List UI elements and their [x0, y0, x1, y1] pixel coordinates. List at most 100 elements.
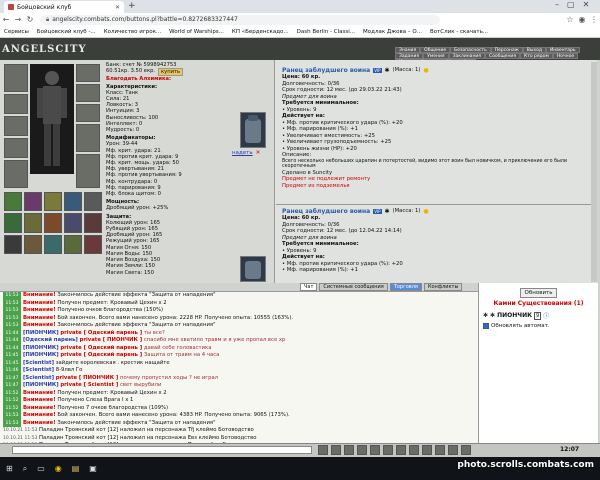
- chat-private-target[interactable]: private [ Одеский парень ]: [60, 345, 142, 351]
- close-tab-icon[interactable]: ✕: [115, 4, 120, 11]
- toolbar-button[interactable]: [422, 445, 432, 455]
- chat-timestamp[interactable]: 11:47: [3, 382, 21, 390]
- rune-slot[interactable]: [64, 192, 82, 212]
- nav-item[interactable]: Сообщения: [485, 53, 521, 59]
- reload-icon[interactable]: ↻: [24, 14, 36, 26]
- chat-input[interactable]: [12, 446, 312, 454]
- chat-timestamp[interactable]: 11:53: [3, 314, 21, 322]
- gloves-slot[interactable]: [76, 84, 100, 102]
- bookmark-item[interactable]: Количество игрок...: [104, 29, 161, 35]
- chat-nick[interactable]: [Scientist]: [23, 375, 54, 381]
- toolbar-button[interactable]: [461, 445, 471, 455]
- rune-slot[interactable]: [24, 213, 42, 233]
- chat-timestamp[interactable]: 11:53: [3, 299, 21, 307]
- chat-private-target[interactable]: private [ Scientist ]: [60, 382, 118, 388]
- chat-nick[interactable]: [Scientist]: [23, 360, 54, 366]
- minimize-icon[interactable]: –: [555, 0, 559, 9]
- inventory-scrollbar[interactable]: [591, 62, 597, 282]
- maximize-icon[interactable]: ▢: [567, 0, 575, 9]
- app-icon[interactable]: ▣: [89, 464, 97, 473]
- rune-slot[interactable]: [24, 234, 42, 254]
- chat-timestamp[interactable]: 11:52: [3, 404, 21, 412]
- toolbar-button[interactable]: [409, 445, 419, 455]
- chat-nick[interactable]: [Scientist]: [23, 367, 54, 373]
- rune-slot[interactable]: [84, 213, 102, 233]
- rune-slot[interactable]: [44, 234, 62, 254]
- forward-icon[interactable]: →: [12, 14, 24, 26]
- chat-private-target[interactable]: private [ Одеский парень ]: [60, 352, 142, 358]
- chat-timestamp[interactable]: 10.10.21 11:53: [3, 427, 37, 435]
- chat-timestamp[interactable]: 11:44: [3, 344, 21, 352]
- bookmark-item[interactable]: World of Warships...: [169, 29, 224, 35]
- bracers-slot[interactable]: [76, 104, 100, 122]
- nav-item[interactable]: Кто рядом: [520, 53, 553, 59]
- shield-slot[interactable]: [76, 124, 100, 152]
- chrome-icon[interactable]: ◉: [55, 464, 62, 473]
- toolbar-button[interactable]: [331, 445, 341, 455]
- chat-timestamp[interactable]: 11:53: [3, 292, 21, 300]
- browser-tab[interactable]: Бойцовский клуб ✕: [4, 1, 124, 13]
- chat-nick[interactable]: [ПИОНЧИК]: [23, 330, 59, 336]
- boots-slot[interactable]: [4, 160, 28, 188]
- toolbar-button[interactable]: [383, 445, 393, 455]
- rune-slot[interactable]: [44, 213, 62, 233]
- legs-slot[interactable]: [76, 154, 100, 188]
- search-icon[interactable]: ⌕: [23, 464, 27, 474]
- chat-timestamp[interactable]: 11:45: [3, 359, 21, 367]
- chat-private-target[interactable]: private [ Одеский парень ]: [60, 330, 142, 336]
- info-icon[interactable]: ●: [423, 67, 428, 74]
- chat-log[interactable]: 11:53 Внимание! Закончилось действие эффе…: [0, 291, 478, 443]
- url-field[interactable]: 🔒︎ angelscity.combats.com/buttons.pl?bat…: [40, 14, 440, 25]
- chat-timestamp[interactable]: 11:46: [3, 367, 21, 375]
- refresh-button[interactable]: Обновить: [519, 288, 558, 298]
- armor-slot[interactable]: [4, 94, 28, 114]
- chat-timestamp[interactable]: 11:53: [3, 412, 21, 420]
- tab-trade[interactable]: Торговля: [389, 283, 422, 291]
- chat-timestamp[interactable]: 11:53: [3, 419, 21, 427]
- bookmark-item[interactable]: Модлак Джова – О...: [363, 29, 422, 35]
- nav-item[interactable]: Ночное: [552, 53, 579, 59]
- bookmark-item[interactable]: Dash Berlin - Classi...: [297, 29, 355, 35]
- chat-nick[interactable]: [ПИОНЧИК]: [23, 345, 59, 351]
- wear-item-link[interactable]: надеть: [232, 150, 253, 156]
- chat-nick[interactable]: [ПИОНЧИК]: [23, 352, 59, 358]
- toolbar-button[interactable]: [344, 445, 354, 455]
- weapon-slot[interactable]: [4, 64, 28, 92]
- toolbar-button[interactable]: [396, 445, 406, 455]
- helmet-slot[interactable]: [76, 64, 100, 82]
- backpack-item-image[interactable]: [240, 112, 266, 148]
- task-view-icon[interactable]: ▭: [37, 464, 45, 473]
- star-icon[interactable]: ☆: [564, 14, 576, 26]
- new-tab-button[interactable]: +: [128, 1, 136, 11]
- rune-slot[interactable]: [84, 192, 102, 212]
- tab-chat[interactable]: Чат: [300, 283, 318, 291]
- chat-timestamp[interactable]: 11:44: [3, 337, 21, 345]
- rune-slot[interactable]: [64, 234, 82, 254]
- rune-slot[interactable]: [44, 192, 62, 212]
- bookmark-item[interactable]: ВотСлик - скачать...: [430, 29, 488, 35]
- rune-slot[interactable]: [4, 192, 22, 212]
- backpack-item-image[interactable]: [240, 256, 266, 282]
- close-window-icon[interactable]: ✕: [583, 0, 590, 9]
- tab-conflicts[interactable]: Конфликты: [423, 283, 463, 291]
- chat-timestamp[interactable]: 11:53: [3, 307, 21, 315]
- auto-refresh-checkbox[interactable]: [483, 323, 489, 329]
- ring-slot[interactable]: [4, 138, 28, 158]
- rune-slot[interactable]: [4, 213, 22, 233]
- rune-slot[interactable]: [4, 234, 22, 254]
- character-figure[interactable]: [30, 64, 74, 174]
- chat-timestamp[interactable]: 11:45: [3, 352, 21, 360]
- bookmark-item[interactable]: Бойцовский клуб -...: [37, 29, 96, 35]
- menu-dots-icon[interactable]: ⋮: [588, 14, 600, 26]
- toolbar-button[interactable]: [448, 445, 458, 455]
- chat-timestamp[interactable]: 11:52: [3, 397, 21, 405]
- belt-slot[interactable]: [4, 116, 28, 136]
- chat-timestamp[interactable]: 10.10.21 11:53: [3, 435, 37, 443]
- item-name[interactable]: Ранец заблудшего воина: [282, 67, 370, 74]
- toolbar-button[interactable]: [357, 445, 367, 455]
- item-name[interactable]: Ранец заблудшего воина: [282, 208, 370, 215]
- delete-item-icon[interactable]: ✕: [256, 150, 261, 156]
- chat-timestamp[interactable]: 11:52: [3, 389, 21, 397]
- toolbar-button[interactable]: [318, 445, 328, 455]
- bookmark-item[interactable]: КП «Берденскадо...: [232, 29, 289, 35]
